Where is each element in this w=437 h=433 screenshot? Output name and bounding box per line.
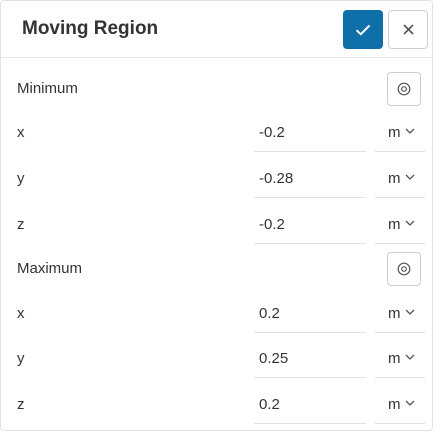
- close-button[interactable]: [388, 10, 428, 49]
- minimum-z-value: -0.2: [259, 216, 285, 233]
- chevron-down-icon: [405, 220, 415, 226]
- maximum-x-unit-select[interactable]: m: [375, 293, 425, 333]
- pick-point-icon: [397, 82, 411, 96]
- moving-region-dialog: Moving Region Minimum x -0.2 m y -0.28 m…: [0, 0, 433, 431]
- minimum-pick-point-button[interactable]: [387, 72, 421, 106]
- unit-label: m: [388, 305, 401, 322]
- maximum-z-unit-select[interactable]: m: [375, 384, 425, 424]
- maximum-y-label: y: [17, 350, 25, 367]
- check-icon: [355, 24, 371, 36]
- unit-label: m: [388, 216, 401, 233]
- maximum-label: Maximum: [17, 260, 83, 277]
- minimum-x-input[interactable]: -0.2: [254, 112, 366, 152]
- minimum-y-input[interactable]: -0.28: [254, 158, 366, 198]
- minimum-x-unit-select[interactable]: m: [375, 112, 425, 152]
- unit-label: m: [388, 396, 401, 413]
- unit-label: m: [388, 124, 401, 141]
- chevron-down-icon: [405, 400, 415, 406]
- minimum-y-value: -0.28: [259, 170, 294, 187]
- minimum-z-input[interactable]: -0.2: [254, 204, 366, 244]
- maximum-x-input[interactable]: 0.2: [254, 293, 366, 333]
- dialog-header: Moving Region: [1, 1, 432, 58]
- minimum-z-unit-select[interactable]: m: [375, 204, 425, 244]
- minimum-y-unit-select[interactable]: m: [375, 158, 425, 198]
- maximum-z-input[interactable]: 0.2: [254, 384, 366, 424]
- maximum-z-label: z: [17, 396, 25, 413]
- maximum-y-value: 0.25: [259, 350, 289, 367]
- maximum-pick-point-button[interactable]: [387, 252, 421, 286]
- chevron-down-icon: [405, 354, 415, 360]
- minimum-x-label: x: [17, 124, 25, 141]
- unit-label: m: [388, 170, 401, 187]
- maximum-y-unit-select[interactable]: m: [375, 338, 425, 378]
- chevron-down-icon: [405, 128, 415, 134]
- unit-label: m: [388, 350, 401, 367]
- maximum-x-label: x: [17, 305, 25, 322]
- minimum-x-value: -0.2: [259, 124, 285, 141]
- close-icon: [402, 24, 414, 35]
- confirm-button[interactable]: [343, 10, 383, 49]
- chevron-down-icon: [405, 174, 415, 180]
- chevron-down-icon: [405, 309, 415, 315]
- maximum-z-value: 0.2: [259, 396, 280, 413]
- minimum-label: Minimum: [17, 80, 78, 97]
- maximum-y-input[interactable]: 0.25: [254, 338, 366, 378]
- pick-point-icon: [397, 262, 411, 276]
- dialog-title: Moving Region: [22, 18, 159, 39]
- minimum-y-label: y: [17, 170, 25, 187]
- minimum-z-label: z: [17, 216, 25, 233]
- maximum-x-value: 0.2: [259, 305, 280, 322]
